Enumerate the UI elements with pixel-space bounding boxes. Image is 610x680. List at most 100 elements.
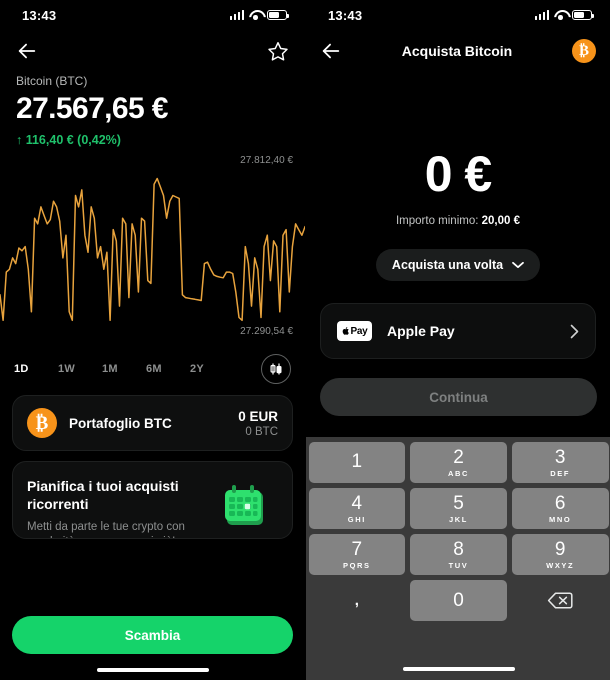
range-6m[interactable]: 6M — [146, 363, 190, 375]
range-1m[interactable]: 1M — [102, 363, 146, 375]
key-digit: 0 — [453, 590, 464, 611]
key-letters: DEF — [550, 468, 571, 478]
key-digit: 2 — [453, 446, 464, 468]
key-digit: 3 — [554, 446, 566, 468]
key-4[interactable]: 4 GHI — [308, 488, 406, 529]
candlestick-icon — [270, 363, 282, 375]
home-indicator — [96, 668, 209, 672]
key-5[interactable]: 5 JKL — [410, 488, 507, 529]
wifi-icon — [554, 10, 567, 20]
minimum-value: 20,00 € — [481, 215, 520, 227]
key-letters: PQRS — [343, 560, 371, 570]
key-backspace[interactable] — [512, 580, 609, 621]
keypad-row: 4 GHI 5 JKL 6 MNO — [306, 488, 610, 529]
payment-method-label: Apple Pay — [387, 323, 455, 339]
backspace-icon — [548, 592, 573, 609]
home-indicator — [402, 667, 515, 671]
key-6[interactable]: 6 MNO — [511, 488, 609, 529]
key-letters: MNO — [549, 514, 572, 524]
promo-subtitle: Metti da parte le tue crypto con regolar… — [27, 521, 185, 538]
page-title: Acquista Bitcoin — [401, 43, 513, 59]
key-2[interactable]: 2 ABC — [410, 442, 507, 483]
battery-icon — [267, 9, 289, 21]
asset-detail-screen: 13:43 Bitcoin (BTC) 27.567,65 € ↑ 116,40… — [0, 0, 305, 680]
key-letters: TUV — [448, 560, 469, 570]
key-digit: 9 — [554, 538, 566, 560]
key-digit: 6 — [554, 492, 566, 514]
key-digit: 4 — [351, 492, 363, 514]
frequency-row: Acquista una volta — [306, 249, 610, 281]
status-icons-right — [534, 9, 594, 21]
dual-screenshot: 13:43 Bitcoin (BTC) 27.567,65 € ↑ 116,40… — [0, 0, 610, 680]
key-8[interactable]: 8 TUV — [410, 534, 507, 575]
favorite-button[interactable] — [267, 40, 289, 62]
chart-high-label: 27.812,40 € — [240, 155, 293, 166]
arrow-left-icon — [322, 43, 340, 59]
minimum-amount-note: Importo minimo: 20,00 € — [306, 215, 610, 227]
bitcoin-coin-icon: ₿ — [27, 408, 57, 438]
asset-change: ↑ 116,40 € (0,42%) — [16, 133, 121, 147]
status-bar: 13:43 — [0, 0, 305, 30]
chart-low-label: 27.290,54 € — [240, 326, 293, 337]
apple-pay-badge-text: Pay — [350, 325, 368, 337]
wallet-card[interactable]: ₿ Portafoglio BTC 0 EUR 0 BTC — [12, 395, 293, 451]
right-nav-bar: Acquista Bitcoin ₿ — [306, 30, 610, 72]
key-digit: 8 — [453, 538, 464, 560]
range-2y[interactable]: 2Y — [190, 363, 234, 375]
minimum-prefix: Importo minimo: — [395, 215, 482, 227]
wallet-fiat-balance: 0 EUR — [238, 408, 278, 424]
wallet-values: 0 EUR 0 BTC — [238, 409, 278, 438]
recurring-promo-card[interactable]: Pianifica i tuoi acquisti ricorrenti Met… — [12, 461, 293, 539]
wallet-label: Portafoglio BTC — [69, 415, 172, 431]
range-1d[interactable]: 1D — [14, 363, 58, 375]
back-button[interactable] — [320, 40, 342, 62]
chart-line-svg — [0, 177, 305, 322]
wallet-crypto-balance: 0 BTC — [245, 425, 278, 438]
continue-button[interactable]: Continua — [320, 378, 597, 416]
keypad-row: 1 2 ABC 3 DEF — [306, 442, 610, 483]
key-digit: 7 — [351, 538, 363, 560]
star-icon — [268, 42, 288, 61]
wifi-icon — [249, 10, 262, 20]
range-1w[interactable]: 1W — [58, 363, 102, 375]
left-nav-bar — [0, 30, 305, 72]
key-letters: JKL — [449, 514, 468, 524]
price-chart[interactable]: 27.812,40 € 27.290,54 € — [0, 155, 305, 337]
candlestick-toggle-button[interactable] — [261, 354, 291, 384]
keypad-row: 7 PQRS 8 TUV 9 WXYZ — [306, 534, 610, 575]
frequency-label: Acquista una volta — [391, 258, 504, 272]
frequency-dropdown[interactable]: Acquista una volta — [375, 249, 541, 281]
key-1[interactable]: 1 — [308, 442, 406, 483]
asset-name: Bitcoin (BTC) — [16, 74, 88, 88]
arrow-left-icon — [18, 43, 36, 59]
battery-icon — [572, 9, 594, 21]
key-letters: ABC — [447, 468, 470, 478]
key-letters: WXYZ — [546, 560, 575, 570]
key-3[interactable]: 3 DEF — [511, 442, 609, 483]
key-comma[interactable]: , — [309, 580, 406, 621]
key-9[interactable]: 9 WXYZ — [511, 534, 609, 575]
left-bottom-bar: Scambia — [0, 612, 305, 680]
chevron-right-icon — [570, 324, 579, 338]
apple-pay-badge: Pay — [337, 321, 372, 341]
buy-bitcoin-screen: 13:43 Acquista Bitcoin ₿ 0 € Importo min… — [305, 0, 610, 680]
amount-display: 0 € — [424, 146, 493, 202]
cellular-signal-icon — [534, 10, 549, 20]
key-digit: 1 — [351, 451, 363, 472]
status-time: 13:43 — [22, 7, 57, 23]
back-button[interactable] — [16, 40, 38, 62]
status-icons — [229, 9, 289, 21]
promo-text: Pianifica i tuoi acquisti ricorrenti Met… — [27, 478, 207, 538]
chevron-down-icon — [512, 261, 524, 269]
asset-price: 27.567,65 € — [16, 92, 168, 125]
key-0[interactable]: 0 — [410, 580, 507, 621]
status-bar-right: 13:43 — [306, 0, 610, 30]
payment-method-row[interactable]: Pay Apple Pay — [320, 303, 596, 359]
promo-title: Pianifica i tuoi acquisti ricorrenti — [27, 478, 179, 512]
cellular-signal-icon — [229, 10, 244, 20]
range-selector: 1D 1W 1M 6M 2Y — [0, 353, 305, 385]
calendar-icon — [220, 484, 270, 537]
bitcoin-avatar-icon[interactable]: ₿ — [572, 39, 596, 63]
key-7[interactable]: 7 PQRS — [308, 534, 406, 575]
exchange-button[interactable]: Scambia — [12, 616, 293, 654]
